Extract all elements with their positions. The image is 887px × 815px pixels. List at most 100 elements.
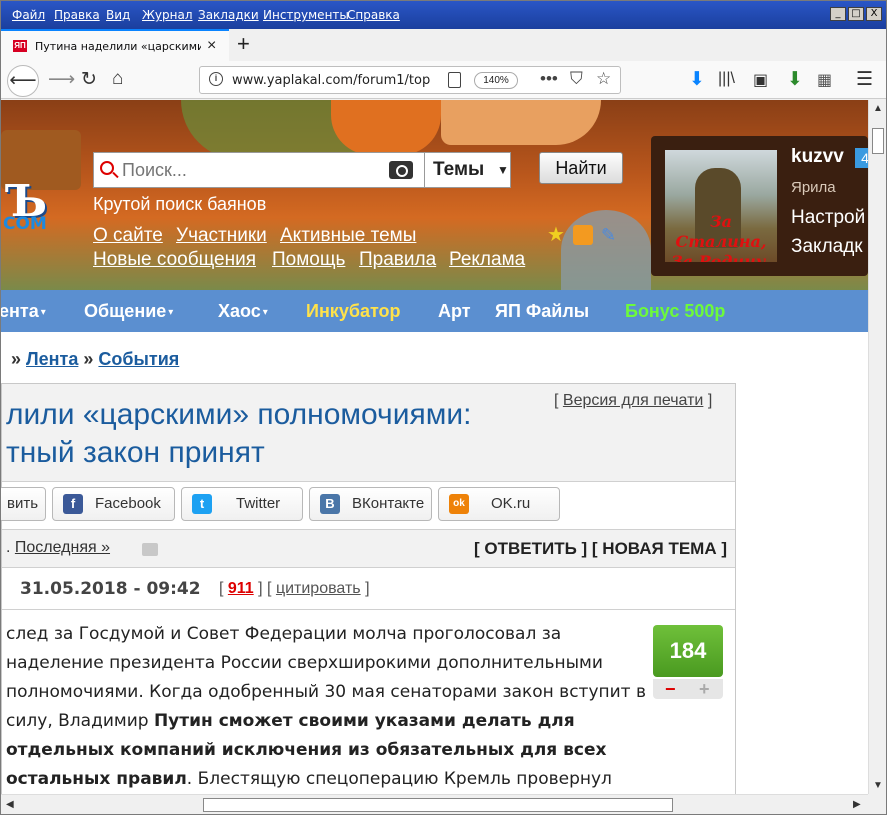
link-ads[interactable]: Реклама [449, 249, 525, 271]
scroll-left-arrow-icon[interactable]: ◀ [6, 799, 14, 810]
post-number-link[interactable]: 911 [228, 580, 254, 597]
decor-flowers [331, 100, 441, 155]
menu-bookmarks[interactable]: Закладки [198, 8, 259, 22]
addon-download-icon[interactable]: ⬇ [787, 68, 803, 91]
avatar[interactable]: За Сталина, За Родину. [665, 150, 777, 262]
url-text[interactable]: www.yaplakal.com/forum1/top [232, 73, 438, 88]
download-icon[interactable]: ⬇ [689, 68, 705, 91]
addon-icon[interactable]: ▦ [817, 70, 832, 90]
search-box: Темы ▼ [93, 152, 511, 188]
rate-plus-button[interactable]: + [699, 679, 710, 699]
nav-feed[interactable]: ента ▾ [1, 301, 46, 322]
nav-art[interactable]: Арт [438, 301, 471, 322]
scroll-down-arrow-icon[interactable]: ▼ [873, 780, 883, 791]
vertical-scrollbar[interactable]: ▲ ▼ [868, 100, 886, 794]
scroll-right-arrow-icon[interactable]: ▶ [853, 799, 861, 810]
site-info-icon[interactable]: i [209, 72, 223, 86]
page-actions-icon[interactable]: ••• [540, 69, 558, 89]
menu-bar: Файл Правка Вид Журнал Закладки Инструме… [1, 1, 886, 29]
user-name[interactable]: kuzvv [791, 146, 844, 168]
search-scope-value: Темы [433, 159, 485, 180]
bookmark-star-icon[interactable]: ☆ [596, 69, 611, 89]
last-post-link[interactable]: . Последняя » [6, 539, 110, 557]
search-input[interactable] [122, 160, 382, 181]
url-bar[interactable]: i www.yaplakal.com/forum1/top 140% ••• ⛉… [199, 66, 621, 94]
pocket-icon[interactable]: ⛉ [570, 69, 583, 89]
user-settings-link[interactable]: Настрой [791, 207, 865, 229]
menu-edit[interactable]: Правка [54, 8, 100, 22]
link-about[interactable]: О сайте [93, 225, 163, 247]
vertical-scroll-thumb[interactable] [872, 128, 884, 154]
link-help[interactable]: Помощь [272, 249, 345, 271]
menu-help[interactable]: Справка [347, 8, 400, 22]
decor-wall [441, 100, 601, 145]
menu-file[interactable]: Файл [12, 8, 45, 22]
zoom-level-badge[interactable]: 140% [474, 72, 518, 89]
rss-icon[interactable] [573, 225, 593, 245]
breadcrumb: » Лента » События [11, 349, 180, 369]
nav-social[interactable]: Общение ▾ [84, 301, 173, 322]
horizontal-scroll-thumb[interactable] [203, 798, 673, 812]
post-rating: 184 [653, 625, 723, 677]
tab-title: Путина наделили «царскими» полн [35, 40, 201, 53]
forward-icon[interactable]: ⟶ [48, 68, 75, 91]
new-tab-button[interactable]: + [237, 31, 250, 57]
print-version-link[interactable]: [ Версия для печати ] [554, 392, 712, 410]
article-title-area: [ Версия для печати ] лили «царскими» по… [2, 384, 735, 482]
breadcrumb-feed[interactable]: Лента [26, 349, 78, 369]
twitter-icon: t [192, 494, 212, 514]
share-button-save[interactable]: вить [1, 487, 46, 521]
rating-controls: − + [653, 679, 723, 699]
close-window-button[interactable]: X [866, 7, 882, 21]
library-icon[interactable]: |||\ [718, 70, 735, 88]
back-icon[interactable]: ⟵ [7, 65, 39, 97]
maximize-button[interactable]: □ [848, 7, 864, 21]
reply-new-topic-links[interactable]: [ ОТВЕТИТЬ ] [ НОВАЯ ТЕМА ] [474, 539, 727, 559]
article-title-line-2: тный закон принят [6, 436, 265, 469]
pencil-icon[interactable]: ✎ [601, 225, 621, 245]
user-panel: За Сталина, За Родину. kuzvv 4 Ярила Нас… [651, 136, 868, 276]
dropdown-arrow-icon: ▼ [497, 163, 509, 177]
search-scope-select[interactable]: Темы ▼ [424, 153, 512, 187]
tab-active[interactable]: ЯП Путина наделили «царскими» полн × [1, 29, 229, 61]
nav-files[interactable]: ЯП Файлы [495, 301, 589, 322]
post-header: 31.05.2018 - 09:42 [ 911 ] [ цитировать … [2, 568, 735, 610]
search-button[interactable]: Найти [539, 152, 623, 184]
menu-hamburger-icon[interactable]: ☰ [856, 68, 873, 91]
reload-icon[interactable]: ↻ [81, 68, 97, 91]
camera-search-icon[interactable] [389, 161, 413, 179]
tab-close-icon[interactable]: × [207, 37, 216, 55]
quote-link[interactable]: цитировать [276, 580, 361, 597]
link-rules[interactable]: Правила [359, 249, 436, 271]
nav-bonus[interactable]: Бонус 500р [625, 301, 725, 322]
post-date: 31.05.2018 - 09:42 [20, 579, 201, 599]
reader-view-icon[interactable] [448, 72, 461, 88]
horizontal-scrollbar[interactable]: ◀ ▶ [1, 794, 868, 814]
topic-nav-row: . Последняя » [ ОТВЕТИТЬ ] [ НОВАЯ ТЕМА … [2, 530, 735, 568]
site-logo-com[interactable]: COM [3, 214, 47, 234]
link-active-topics[interactable]: Активные темы [280, 225, 416, 247]
scroll-up-arrow-icon[interactable]: ▲ [873, 103, 883, 114]
minimize-button[interactable]: _ [830, 7, 846, 21]
share-button-facebook[interactable]: f Facebook [52, 487, 175, 521]
nav-chaos[interactable]: Хаос ▾ [218, 301, 268, 322]
rate-minus-button[interactable]: − [665, 679, 676, 699]
page-content: Ъ COM Темы ▼ Найти Крутой поиск баянов О… [1, 100, 868, 794]
header-banner: Ъ COM Темы ▼ Найти Крутой поиск баянов О… [1, 100, 868, 290]
menu-view[interactable]: Вид [106, 8, 130, 22]
sidebar-icon[interactable]: ▣ [753, 70, 768, 90]
search-icon [100, 161, 114, 175]
star-icon[interactable]: ★ [547, 225, 567, 245]
menu-tools[interactable]: Инструменты [263, 8, 349, 22]
share-button-okru[interactable]: ok OK.ru [438, 487, 560, 521]
share-button-twitter[interactable]: t Twitter [181, 487, 303, 521]
user-bookmarks-link[interactable]: Закладк [791, 236, 863, 258]
breadcrumb-events[interactable]: События [98, 349, 179, 369]
link-members[interactable]: Участники [176, 225, 267, 247]
home-icon[interactable]: ⌂ [112, 68, 123, 90]
mail-icon[interactable] [142, 543, 158, 556]
share-button-vkontakte[interactable]: В ВКонтакте [309, 487, 432, 521]
nav-incubator[interactable]: Инкубатор [306, 301, 401, 322]
link-new-posts[interactable]: Новые сообщения [93, 249, 256, 271]
menu-history[interactable]: Журнал [142, 8, 193, 22]
